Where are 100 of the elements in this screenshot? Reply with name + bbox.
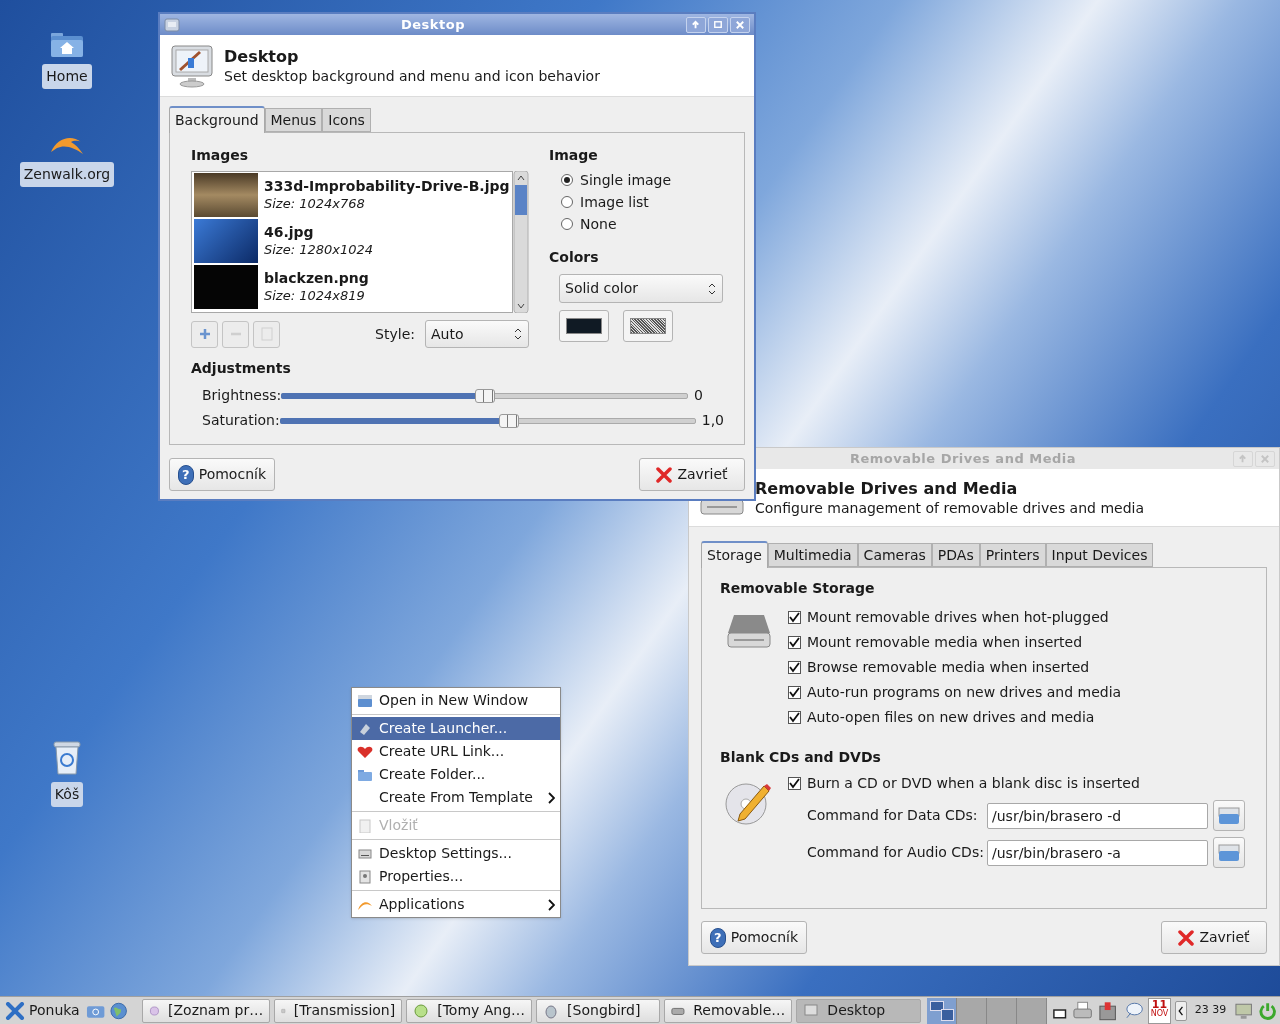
home-folder-icon[interactable]: [50, 30, 84, 58]
tab[interactable]: Multimedia: [767, 543, 858, 567]
box-icon[interactable]: [1097, 999, 1119, 1022]
file-size: Size: 1280x1024: [264, 241, 374, 258]
clock: 23 39: [1194, 1002, 1227, 1019]
menu-item[interactable]: Create URL Link...: [352, 740, 560, 763]
radio-label: None: [580, 214, 617, 234]
taskbar-button[interactable]: Desktop: [796, 998, 921, 1023]
menu-item[interactable]: Open in New Window: [352, 689, 560, 712]
plus-icon: [198, 328, 211, 340]
slider-label: Saturation:: [202, 411, 280, 430]
checkbox[interactable]: [788, 636, 801, 649]
tab[interactable]: Input Devices: [1045, 543, 1154, 567]
monitor-paintbrush-icon: [170, 43, 214, 88]
tab[interactable]: Menus: [264, 108, 323, 132]
globe-icon[interactable]: [109, 1000, 129, 1021]
list-item[interactable]: blackzen.png Size: 1024x819: [192, 264, 512, 310]
folder-icon: [1218, 806, 1240, 825]
window-title: Desktop: [400, 15, 466, 34]
section-heading: Blank CDs and DVDs: [720, 748, 882, 767]
launcher-icon: [357, 721, 373, 736]
workspace[interactable]: [986, 997, 1017, 1024]
caret-left-icon[interactable]: [1175, 1000, 1187, 1021]
checkbox[interactable]: [788, 776, 801, 790]
taskbar-button[interactable]: Removable…: [664, 998, 793, 1023]
browse-button[interactable]: [1213, 800, 1245, 831]
checkbox[interactable]: [788, 611, 801, 624]
radio-button[interactable]: [561, 174, 573, 186]
desktop-icon-label[interactable]: Zenwalk.org: [19, 162, 115, 187]
radio-button[interactable]: [561, 218, 573, 230]
taskbar-button[interactable]: [Songbird]: [536, 998, 661, 1023]
dropdown[interactable]: Solid color: [559, 274, 723, 303]
help-button[interactable]: ? Pomocník: [169, 458, 275, 491]
header-title: Desktop: [224, 46, 300, 67]
workspace[interactable]: [956, 997, 987, 1024]
workspace[interactable]: [926, 997, 957, 1024]
taskbar-button[interactable]: [Tomy Ang…: [406, 998, 533, 1023]
roll-up-button[interactable]: [686, 16, 706, 33]
desktop-icon-label[interactable]: Home: [42, 64, 92, 89]
section-heading: Removable Storage: [720, 579, 876, 598]
slider-handle[interactable]: [498, 413, 519, 428]
menu-item[interactable]: Create Launcher...: [352, 717, 560, 740]
menu-item[interactable]: Create Folder...: [352, 763, 560, 786]
checkbox[interactable]: [788, 711, 801, 724]
menu-item[interactable]: Create From Template: [352, 786, 560, 809]
checkbox[interactable]: [788, 686, 801, 699]
checkbox-label: Auto-run programs on new drives and media: [807, 683, 1122, 702]
browse-button[interactable]: [1213, 837, 1245, 868]
slider-handle[interactable]: [474, 388, 495, 403]
window-icon: [357, 693, 373, 708]
desktop-icon-label[interactable]: Kôš: [50, 782, 84, 807]
taskbar-button[interactable]: [Zoznam pr…: [142, 998, 271, 1023]
heart-icon: [357, 744, 373, 759]
tab[interactable]: Background: [169, 106, 265, 133]
photo-placeholder: [194, 219, 258, 263]
color-button[interactable]: [559, 310, 609, 342]
scrollbar[interactable]: [513, 171, 529, 313]
menu-item[interactable]: Applications: [352, 893, 560, 916]
photo-placeholder: [194, 173, 258, 217]
file-name: 333d-Improbability-Drive-B.jpg: [264, 178, 510, 195]
trash-can-icon[interactable]: [51, 740, 83, 776]
add-button[interactable]: [191, 320, 218, 348]
power-icon[interactable]: [1257, 1000, 1277, 1021]
menu-item[interactable]: Desktop Settings...: [352, 842, 560, 865]
help-button[interactable]: ? Pomocník: [701, 921, 807, 954]
hard-drive-icon: [726, 613, 772, 649]
dropdown[interactable]: Auto: [425, 320, 529, 348]
start-menu-button[interactable]: Ponuka: [3, 998, 82, 1023]
slider[interactable]: [281, 387, 688, 404]
radio-button[interactable]: [561, 196, 573, 208]
tab[interactable]: Storage: [701, 541, 768, 568]
close-button[interactable]: Zavrieť: [1161, 921, 1267, 954]
file-size: Size: 1024x819: [264, 287, 366, 304]
list-item[interactable]: 333d-Improbability-Drive-B.jpg Size: 1024x768: [192, 172, 512, 218]
header-title: Removable Drives and Media: [755, 478, 1019, 499]
list-item[interactable]: 46.jpg Size: 1280x1024: [192, 218, 512, 264]
clipboard-icon: [357, 818, 373, 833]
file-name: blackzen.png: [264, 270, 369, 287]
help-icon: ?: [710, 927, 726, 948]
window-title: Removable Drives and Media: [849, 449, 1077, 468]
text-field[interactable]: /usr/bin/brasero -d: [987, 802, 1208, 829]
close-button[interactable]: [730, 16, 750, 33]
x-logo-icon: [5, 1001, 25, 1020]
tab[interactable]: Cameras: [857, 543, 932, 567]
menu-item[interactable]: Properties...: [352, 865, 560, 888]
slider[interactable]: [279, 412, 696, 429]
checkbox[interactable]: [788, 661, 801, 674]
tab[interactable]: Printers: [979, 543, 1046, 567]
maximize-button[interactable]: [708, 16, 728, 33]
taskbar-button[interactable]: [Transmission]: [274, 998, 403, 1023]
header-subtitle: Configure management of removable drives and media: [755, 498, 1145, 517]
checkbox-label: Mount removable drives when hot-plugged: [807, 608, 1109, 627]
window-menu-icon[interactable]: [164, 17, 180, 32]
tab[interactable]: PDAs: [931, 543, 980, 567]
tab[interactable]: Icons: [322, 108, 371, 132]
calendar-icon[interactable]: 11 NOV: [1147, 997, 1172, 1024]
color-button[interactable]: [623, 310, 673, 342]
radio-label: Single image: [580, 170, 672, 190]
close-button[interactable]: Zavrieť: [639, 458, 745, 491]
text-field[interactable]: /usr/bin/brasero -a: [987, 839, 1208, 866]
